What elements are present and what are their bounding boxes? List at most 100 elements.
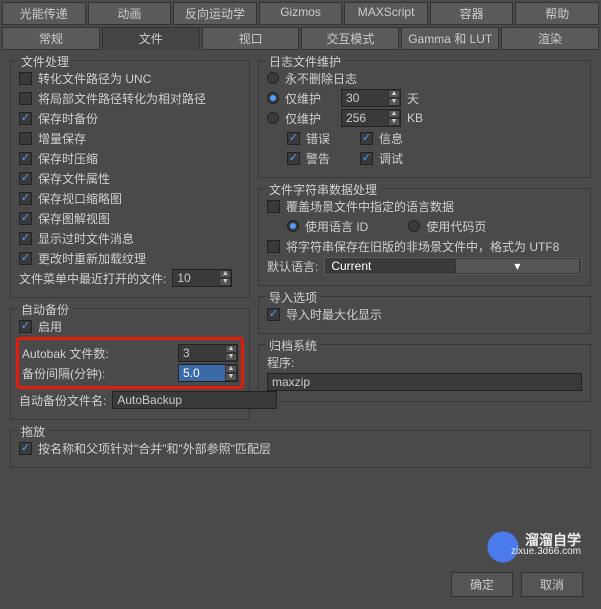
spin-down-icon[interactable]: ▼ xyxy=(388,118,400,126)
spin-down-icon[interactable]: ▼ xyxy=(388,98,400,106)
backup-name-input[interactable] xyxy=(112,391,277,409)
fh-check-7[interactable] xyxy=(19,212,32,225)
autobak-count-input[interactable] xyxy=(179,345,225,361)
fh-check-3[interactable] xyxy=(19,132,32,145)
spin-up-icon[interactable]: ▲ xyxy=(219,270,231,278)
spin-up-icon[interactable]: ▲ xyxy=(225,345,237,353)
group-import: 导入选项 导入时最大化显示 xyxy=(258,296,591,334)
override-label: 覆盖场景文件中指定的语言数据 xyxy=(286,198,454,215)
watermark-title: 溜溜自学 xyxy=(525,534,581,546)
autobak-count-spinner[interactable]: ▲▼ xyxy=(178,344,238,362)
maintain-kb-input[interactable] xyxy=(342,110,388,126)
debug-label: 调试 xyxy=(379,150,403,167)
recent-files-input[interactable] xyxy=(173,270,219,286)
warn-label: 警告 xyxy=(306,150,330,167)
group-title: 文件字符串数据处理 xyxy=(265,181,381,198)
backup-name-label: 自动备份文件名: xyxy=(19,392,106,409)
tab-interact[interactable]: 交互模式 xyxy=(301,27,399,50)
fh-label-7: 保存图解视图 xyxy=(38,210,110,227)
utf8-check[interactable] xyxy=(267,240,280,253)
maintain-kb-spinner[interactable]: ▲▼ xyxy=(341,109,401,127)
recent-files-spinner[interactable]: ▲▼ xyxy=(172,269,232,287)
info-label: 信息 xyxy=(379,130,403,147)
spin-down-icon[interactable]: ▼ xyxy=(225,353,237,361)
fh-check-5[interactable] xyxy=(19,172,32,185)
enable-backup-check[interactable] xyxy=(19,320,32,333)
codepage-radio[interactable] xyxy=(408,220,420,232)
group-title: 导入选项 xyxy=(265,289,321,306)
dragdrop-check[interactable] xyxy=(19,442,32,455)
tab-files[interactable]: 文件 xyxy=(102,27,200,50)
debug-check[interactable] xyxy=(360,152,373,165)
program-label: 程序: xyxy=(267,354,294,371)
tab-gamma[interactable]: Gamma 和 LUT xyxy=(401,27,499,50)
fh-label-4: 保存时压缩 xyxy=(38,150,98,167)
tab-viewport[interactable]: 视口 xyxy=(202,27,300,50)
watermark-url: zixue.3d66.com xyxy=(511,546,581,558)
watermark-logo: 溜溜自学 zixue.3d66.com xyxy=(483,527,587,565)
fh-check-0[interactable] xyxy=(19,72,32,85)
tab-maxscript[interactable]: MAXScript xyxy=(344,2,428,25)
maintain-days-spinner[interactable]: ▲▼ xyxy=(341,89,401,107)
backup-interval-input[interactable] xyxy=(179,365,225,381)
kb-unit: KB xyxy=(407,111,423,125)
import-max-label: 导入时最大化显示 xyxy=(286,306,382,323)
group-title: 自动备份 xyxy=(17,301,73,318)
info-check[interactable] xyxy=(360,132,373,145)
backup-interval-spinner[interactable]: ▲▼ xyxy=(178,364,238,382)
spin-down-icon[interactable]: ▼ xyxy=(219,278,231,286)
program-input[interactable] xyxy=(267,373,582,391)
group-title: 归档系统 xyxy=(265,337,321,354)
spin-up-icon[interactable]: ▲ xyxy=(225,365,237,373)
fh-label-8: 显示过时文件消息 xyxy=(38,230,134,247)
tab-row-1: 光能传递 动画 反向运动学 Gizmos MAXScript 容器 帮助 xyxy=(0,0,601,25)
group-auto-backup: 自动备份 启用 Autobak 文件数: ▲▼ 备份间隔(分钟): xyxy=(10,308,250,420)
tab-help[interactable]: 帮助 xyxy=(515,2,599,25)
lang-id-radio[interactable] xyxy=(287,220,299,232)
utf8-label: 将字符串保存在旧版的非场景文件中，格式为 UTF8 xyxy=(286,238,559,255)
fh-check-6[interactable] xyxy=(19,192,32,205)
fh-check-2[interactable] xyxy=(19,112,32,125)
group-archive: 归档系统 程序: xyxy=(258,344,591,402)
cancel-button[interactable]: 取消 xyxy=(521,572,583,597)
override-check[interactable] xyxy=(267,200,280,213)
tab-container[interactable]: 容器 xyxy=(430,2,514,25)
group-dragdrop: 拖放 按名称和父项针对"合并"和"外部参照"匹配层 xyxy=(10,430,591,468)
codepage-label: 使用代码页 xyxy=(426,218,486,235)
fh-check-8[interactable] xyxy=(19,232,32,245)
fh-check-4[interactable] xyxy=(19,152,32,165)
fh-label-1: 将局部文件路径转化为相对路径 xyxy=(38,90,206,107)
tab-light[interactable]: 光能传递 xyxy=(2,2,86,25)
group-string: 文件字符串数据处理 覆盖场景文件中指定的语言数据 使用语言 ID 使用代码页 将… xyxy=(258,188,591,286)
fh-label-6: 保存视口缩略图 xyxy=(38,190,122,207)
tab-gizmos[interactable]: Gizmos xyxy=(259,2,343,25)
default-lang-value: Current xyxy=(331,259,454,273)
fh-label-5: 保存文件属性 xyxy=(38,170,110,187)
tab-ik[interactable]: 反向运动学 xyxy=(173,2,257,25)
maintain-kb-label: 仅维护 xyxy=(285,110,321,127)
group-title: 文件处理 xyxy=(17,53,73,70)
lang-id-label: 使用语言 ID xyxy=(305,218,368,235)
import-max-check[interactable] xyxy=(267,308,280,321)
fh-check-9[interactable] xyxy=(19,252,32,265)
chevron-down-icon: ▾ xyxy=(455,259,579,273)
spin-up-icon[interactable]: ▲ xyxy=(388,110,400,118)
tab-anim[interactable]: 动画 xyxy=(88,2,172,25)
ok-button[interactable]: 确定 xyxy=(451,572,513,597)
tab-render[interactable]: 渲染 xyxy=(501,27,599,50)
group-title: 拖放 xyxy=(17,423,49,440)
dragdrop-label: 按名称和父项针对"合并"和"外部参照"匹配层 xyxy=(38,440,271,457)
recent-files-label: 文件菜单中最近打开的文件: xyxy=(19,270,166,287)
warn-check[interactable] xyxy=(287,152,300,165)
never-delete-radio[interactable] xyxy=(267,72,279,84)
default-lang-dropdown[interactable]: Current ▾ xyxy=(324,257,582,275)
maintain-kb-radio[interactable] xyxy=(267,112,279,124)
maintain-days-radio[interactable] xyxy=(267,92,279,104)
fh-label-3: 增量保存 xyxy=(38,130,86,147)
maintain-days-input[interactable] xyxy=(342,90,388,106)
err-check[interactable] xyxy=(287,132,300,145)
spin-down-icon[interactable]: ▼ xyxy=(225,373,237,381)
spin-up-icon[interactable]: ▲ xyxy=(388,90,400,98)
tab-general[interactable]: 常规 xyxy=(2,27,100,50)
fh-check-1[interactable] xyxy=(19,92,32,105)
